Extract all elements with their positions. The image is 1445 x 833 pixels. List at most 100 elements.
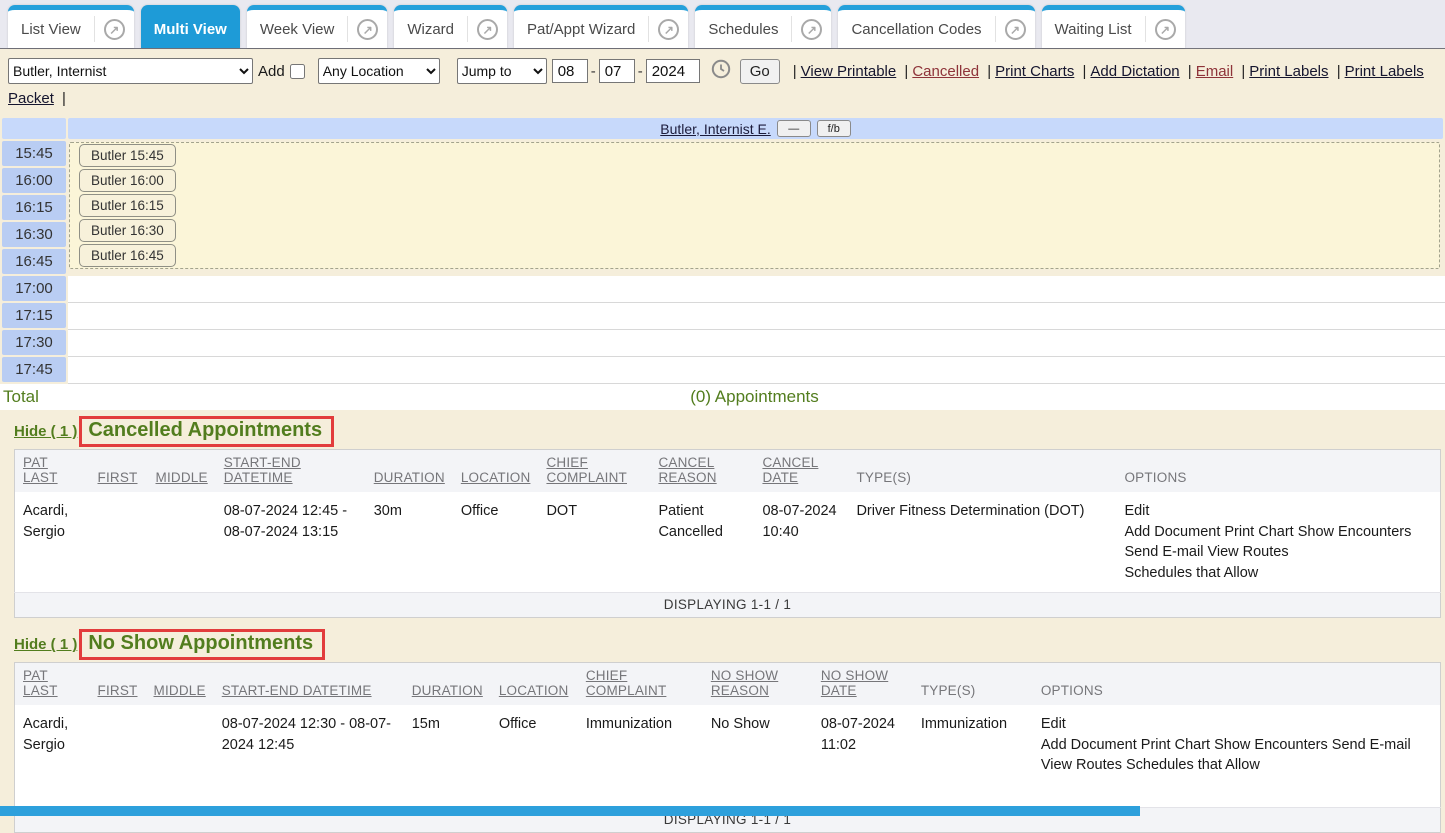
provider-schedule-column: Butler 15:45 Butler 16:00 Butler 16:15 B… — [68, 141, 1445, 384]
clock-icon[interactable] — [711, 59, 731, 83]
toolbar-links: |View Printable |Cancelled |Print Charts… — [789, 63, 1424, 80]
sort-pat-last[interactable]: PAT LAST — [15, 450, 90, 493]
view-printable-link[interactable]: View Printable — [801, 63, 897, 80]
sort-cancel-reason[interactable]: CANCEL REASON — [650, 450, 754, 493]
displaying-count: DISPLAYING 1-1 / 1 — [15, 593, 1441, 618]
fb-button[interactable]: f/b — [817, 120, 851, 137]
slot-button[interactable]: Butler 16:30 — [79, 219, 176, 242]
sort-start-end-datetime[interactable]: START-END DATETIME — [214, 663, 404, 706]
schedule-row-17-15[interactable] — [68, 303, 1445, 330]
sort-middle[interactable]: MIDDLE — [148, 450, 216, 493]
sort-cancel-date[interactable]: CANCEL DATE — [754, 450, 848, 493]
tab-schedules[interactable]: Schedules ↗ — [695, 5, 831, 48]
sort-location[interactable]: LOCATION — [491, 663, 578, 706]
open-new-window-icon[interactable]: ↗ — [477, 19, 498, 40]
tab-waiting-list[interactable]: Waiting List ↗ — [1042, 5, 1185, 48]
sort-pat-last[interactable]: PAT LAST — [15, 663, 90, 706]
provider-column-header: Butler, Internist E. — f/b — [68, 118, 1443, 139]
provider-header-link[interactable]: Butler, Internist E. — [660, 121, 771, 137]
hide-noshow-link[interactable]: Hide ( 1 ) — [14, 636, 77, 653]
slot-button[interactable]: Butler 16:15 — [79, 194, 176, 217]
tab-list-view[interactable]: List View ↗ — [8, 5, 134, 48]
jump-to-select[interactable]: Jump to — [457, 58, 547, 84]
tab-cancellation-codes[interactable]: Cancellation Codes ↗ — [838, 5, 1034, 48]
row-actions[interactable]: Send E-mail View Routes — [1124, 542, 1432, 563]
open-new-window-icon[interactable]: ↗ — [104, 19, 125, 40]
sort-location[interactable]: LOCATION — [453, 450, 539, 493]
date-day-input[interactable] — [599, 59, 635, 83]
tab-wizard[interactable]: Wizard ↗ — [394, 5, 507, 48]
col-types: TYPE(S) — [848, 450, 1116, 493]
middle-cell — [148, 492, 216, 593]
sort-middle[interactable]: MIDDLE — [146, 663, 214, 706]
hide-cancelled-link[interactable]: Hide ( 1 ) — [14, 423, 77, 440]
slot-button[interactable]: Butler 16:00 — [79, 169, 176, 192]
add-dictation-link[interactable]: Add Dictation — [1090, 63, 1179, 80]
no-show-appointments-section: Hide ( 1 ) No Show Appointments PAT LAST… — [14, 629, 1441, 832]
noshow-table-header-row: PAT LAST FIRST MIDDLE START-END DATETIME… — [15, 663, 1441, 706]
cancelled-link[interactable]: Cancelled — [912, 63, 979, 80]
sort-duration[interactable]: DURATION — [366, 450, 453, 493]
view-tab-bar: List View ↗ Multi View Week View ↗ Wizar… — [0, 0, 1445, 49]
time-label: 17:15 — [2, 303, 66, 328]
open-new-window-icon[interactable]: ↗ — [658, 19, 679, 40]
open-new-window-icon[interactable]: ↗ — [1155, 19, 1176, 40]
print-labels-link[interactable]: Print Labels — [1249, 63, 1328, 80]
time-label: 17:30 — [2, 330, 66, 355]
tab-pat-appt-wizard[interactable]: Pat/Appt Wizard ↗ — [514, 5, 688, 48]
schedule-row-17-00[interactable] — [68, 276, 1445, 303]
open-new-window-icon[interactable]: ↗ — [1005, 19, 1026, 40]
row-actions[interactable]: Schedules that Allow — [1124, 563, 1432, 584]
date-year-input[interactable] — [646, 59, 700, 83]
cancelled-table-footer: DISPLAYING 1-1 / 1 — [15, 593, 1441, 618]
sort-duration[interactable]: DURATION — [404, 663, 491, 706]
provider-select[interactable]: Butler, Internist — [8, 58, 253, 84]
print-charts-link[interactable]: Print Charts — [995, 63, 1074, 80]
schedule-row-17-30[interactable] — [68, 330, 1445, 357]
sort-chief-complaint[interactable]: CHIEF COMPLAINT — [538, 450, 650, 493]
total-label: Total — [0, 387, 64, 407]
sort-first[interactable]: FIRST — [90, 450, 148, 493]
slot-button[interactable]: Butler 16:45 — [79, 244, 176, 267]
sort-chief-complaint[interactable]: CHIEF COMPLAINT — [578, 663, 703, 706]
print-labels-packet-link[interactable]: Print Labels — [1345, 63, 1424, 80]
bookable-zone: Butler 15:45 Butler 16:00 Butler 16:15 B… — [68, 141, 1445, 276]
sort-noshow-reason[interactable]: NO SHOW REASON — [703, 663, 813, 706]
time-label: 16:45 — [2, 249, 66, 274]
schedule-row-17-45[interactable] — [68, 357, 1445, 384]
total-row: Total (0) Appointments — [0, 384, 1445, 410]
minimize-column-button[interactable]: — — [777, 120, 811, 137]
edit-action[interactable]: Edit — [1041, 714, 1432, 735]
row-actions[interactable]: Add Document Print Chart Show Encounters — [1124, 522, 1432, 543]
col-types: TYPE(S) — [913, 663, 1033, 706]
location-cell: Office — [491, 705, 578, 785]
slot-button[interactable]: Butler 15:45 — [79, 144, 176, 167]
types-cell: Immunization — [913, 705, 1033, 785]
tab-week-view[interactable]: Week View ↗ — [247, 5, 387, 48]
sort-first[interactable]: FIRST — [90, 663, 146, 706]
row-actions[interactable]: View Routes Schedules that Allow — [1041, 755, 1432, 776]
options-cell: Edit Add Document Print Chart Show Encou… — [1116, 492, 1440, 593]
chief-complaint-cell: Immunization — [578, 705, 703, 785]
open-new-window-icon[interactable]: ↗ — [801, 19, 822, 40]
print-labels-packet-link[interactable]: Packet — [8, 90, 54, 107]
chief-complaint-cell: DOT — [538, 492, 650, 593]
cancel-reason-cell: Patient Cancelled — [650, 492, 754, 593]
row-actions[interactable]: Add Document Print Chart Show Encounters… — [1041, 735, 1432, 756]
sort-noshow-date[interactable]: NO SHOW DATE — [813, 663, 913, 706]
location-select[interactable]: Any Location — [318, 58, 440, 84]
date-month-input[interactable] — [552, 59, 588, 83]
types-cell: Driver Fitness Determination (DOT) — [848, 492, 1116, 593]
open-slots-region: Butler 15:45 Butler 16:00 Butler 16:15 B… — [69, 142, 1440, 269]
email-link[interactable]: Email — [1196, 63, 1234, 80]
tab-multi-view[interactable]: Multi View — [141, 5, 240, 48]
annotation-highlight-box: No Show Appointments — [79, 629, 325, 660]
cancelled-appointments-section: Hide ( 1 ) Cancelled Appointments PAT LA… — [14, 416, 1441, 618]
edit-action[interactable]: Edit — [1124, 501, 1432, 522]
open-new-window-icon[interactable]: ↗ — [357, 19, 378, 40]
sort-start-end-datetime[interactable]: START-END DATETIME — [216, 450, 366, 493]
go-button[interactable]: Go — [740, 59, 780, 84]
time-label: 17:45 — [2, 357, 66, 382]
cancel-date-cell: 08-07-2024 10:40 — [754, 492, 848, 593]
add-checkbox[interactable] — [290, 64, 305, 79]
